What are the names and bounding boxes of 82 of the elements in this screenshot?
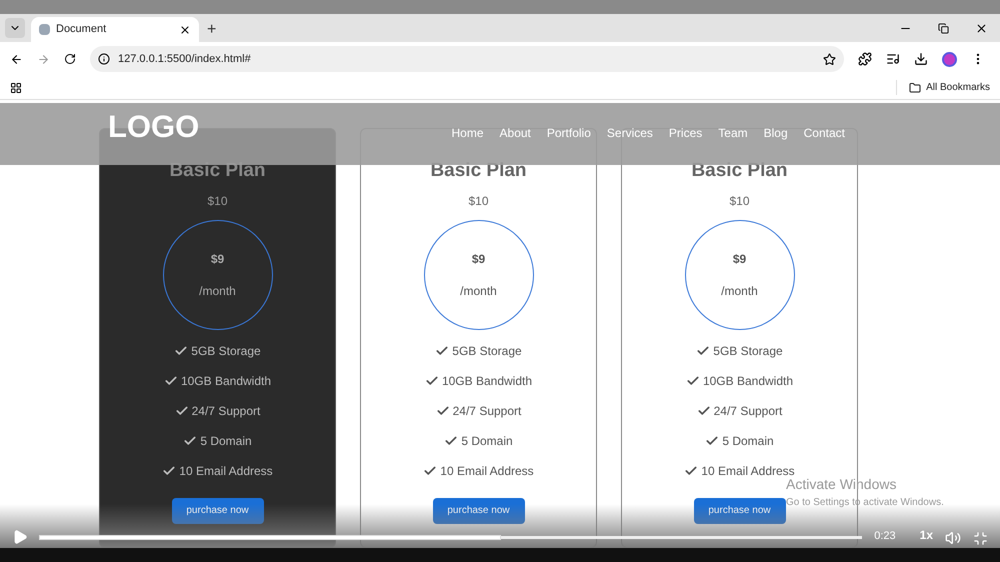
time-text: 0:23 [874, 528, 896, 544]
check-icon [423, 464, 438, 478]
check-icon [705, 434, 720, 448]
volume-icon[interactable] [945, 530, 961, 546]
feature-text: 10GB Bandwidth [442, 372, 532, 390]
profile-avatar[interactable] [942, 52, 957, 66]
plan-title: Basic Plan [169, 159, 266, 183]
feature-text: 24/7 Support [452, 402, 522, 420]
nav-link[interactable]: Portfolio [546, 124, 591, 142]
new-tab-button[interactable]: + [207, 22, 216, 38]
browser-tab[interactable]: Document [31, 17, 199, 42]
feature-text: 5GB Storage [713, 342, 783, 360]
purchase-button[interactable]: purchase now [694, 498, 786, 524]
close-icon[interactable] [975, 22, 988, 35]
old-price: $10 [207, 192, 228, 210]
exit-fullscreen-icon[interactable] [973, 531, 988, 546]
nav-link[interactable]: Home [452, 124, 484, 142]
apps-icon[interactable] [10, 82, 22, 94]
check-icon [444, 434, 458, 448]
nav-link[interactable]: Prices [668, 124, 702, 142]
price-period: /month [199, 282, 236, 300]
feature-text: 24/7 Support [192, 402, 260, 420]
nav-link[interactable]: Blog [764, 124, 788, 142]
plan-title: Basic Plan [691, 159, 788, 183]
download-icon[interactable] [914, 52, 928, 66]
check-icon [164, 374, 178, 388]
feature-text: 5 Domain [461, 432, 513, 450]
play-icon[interactable] [12, 529, 28, 545]
check-icon [435, 344, 450, 358]
extensions-icon[interactable] [858, 52, 872, 66]
folder-icon [909, 82, 922, 94]
media-icon[interactable] [886, 52, 900, 66]
bookmark-folder[interactable]: All Bookmarks [896, 80, 990, 95]
plan-title: Basic Plan [430, 159, 527, 183]
back-icon[interactable] [10, 52, 23, 66]
check-icon [686, 374, 700, 388]
feature-text: 24/7 Support [714, 402, 782, 420]
check-icon [684, 464, 698, 478]
url-text: 127.0.0.1:5500/index.html# [118, 52, 252, 67]
restore-icon[interactable] [938, 23, 949, 34]
forward-icon[interactable] [37, 52, 50, 66]
check-icon [696, 344, 710, 358]
check-icon [424, 374, 439, 388]
feature-text: 5GB Storage [452, 342, 522, 360]
feature-text: 10 Email Address [701, 462, 795, 478]
check-icon [183, 434, 198, 448]
feature-text: 10GB Bandwidth [180, 372, 272, 390]
price: $9 [732, 250, 746, 268]
nav-link[interactable]: About [500, 124, 531, 142]
feature-text: 10GB Bandwidth [702, 372, 794, 390]
bookmark-star-icon[interactable] [823, 52, 836, 66]
tab-title: Document [56, 22, 108, 38]
price-period: /month [721, 282, 758, 300]
tab-list-button[interactable] [5, 18, 25, 38]
address-bar[interactable]: 127.0.0.1:5500/index.html# [90, 46, 844, 72]
logo: LOGO [108, 108, 200, 146]
check-icon [436, 404, 450, 418]
purchase-button[interactable]: purchase now [432, 498, 524, 524]
nav-link[interactable]: Contact [804, 124, 845, 142]
site-info-icon[interactable] [98, 53, 110, 65]
old-price: $10 [468, 192, 489, 210]
feature-text: 10 Email Address [440, 462, 534, 480]
check-icon [162, 464, 176, 478]
old-price: $10 [729, 192, 750, 210]
nav-link[interactable]: Team [718, 124, 748, 142]
nav-link[interactable]: Services [606, 124, 653, 142]
check-icon [174, 404, 189, 418]
page-icon [39, 24, 50, 35]
purchase-button[interactable]: purchase now [172, 498, 264, 524]
check-icon [174, 344, 188, 358]
feature-text: 5 Domain [722, 432, 774, 450]
price: $9 [210, 250, 224, 268]
speed-button[interactable]: 1x [920, 526, 933, 544]
price-period: /month [460, 282, 497, 300]
feature-text: 5GB Storage [191, 342, 261, 360]
close-icon[interactable] [179, 24, 191, 36]
feature-text: 5 Domain [200, 432, 252, 450]
check-icon [696, 404, 711, 418]
feature-text: 10 Email Address [179, 462, 273, 480]
progress-track[interactable] [40, 536, 862, 539]
reload-icon[interactable] [64, 53, 76, 65]
price: $9 [472, 250, 486, 268]
